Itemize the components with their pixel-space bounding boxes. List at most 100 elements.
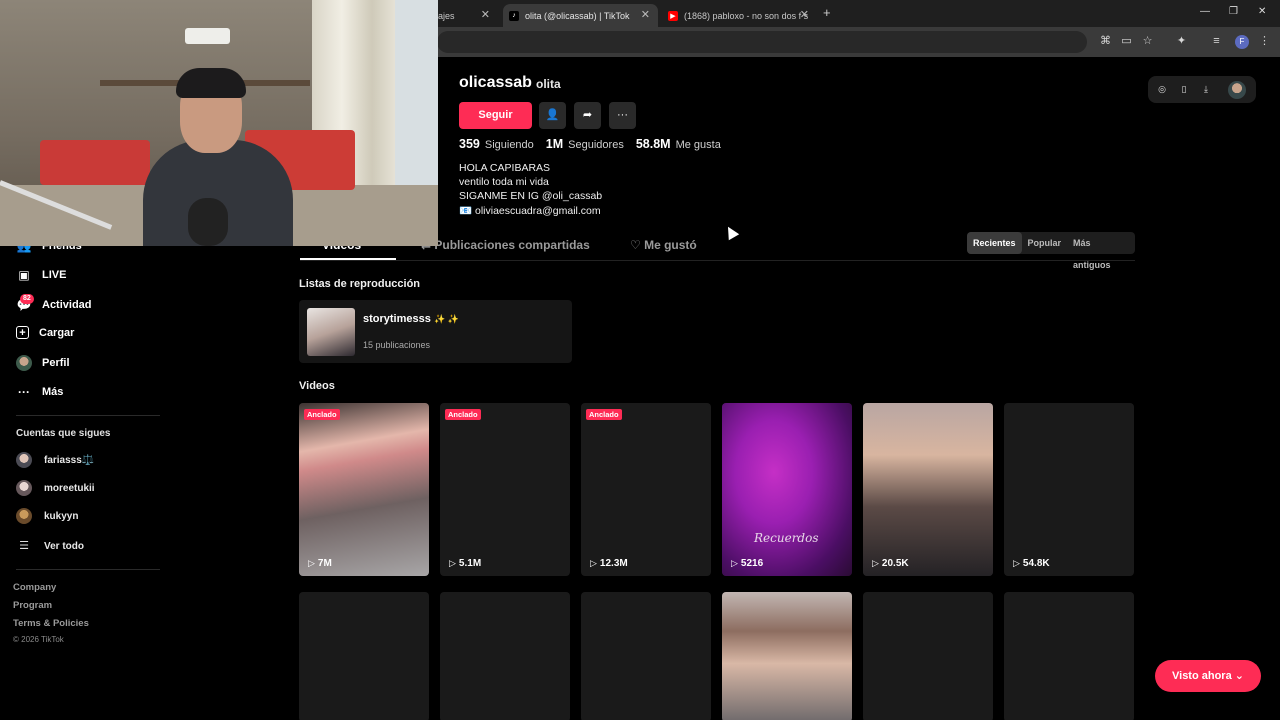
tab-title: (1868) pabloxo - no son dos f s <box>684 10 809 21</box>
tab-reposts[interactable]: ⇄ Publicaciones compartidas <box>421 238 590 252</box>
video-card[interactable] <box>299 592 429 720</box>
sidebar-item-live[interactable]: ▣ LIVE <box>16 267 66 283</box>
new-tab-icon[interactable]: + <box>823 5 831 20</box>
sidebar-item-profile[interactable]: Perfil <box>16 355 70 371</box>
play-icon: ▷ <box>590 558 597 568</box>
pinned-badge: Anclado <box>445 409 481 420</box>
bio-line: HOLA CAPIBARAS <box>459 162 551 174</box>
following-heading: Cuentas que sigues <box>16 428 111 439</box>
sidebar-item-upload[interactable]: + Cargar <box>16 326 74 339</box>
share-icon[interactable]: ➦ <box>574 102 601 129</box>
view-count: ▷ 12.3M <box>590 558 628 569</box>
media-controls-icon[interactable]: ≡ <box>1210 35 1223 48</box>
avatar <box>16 480 32 496</box>
following-account-name: fariasss⚖️ <box>44 454 95 466</box>
video-card[interactable]: Anclado ▷ 7M <box>299 403 429 576</box>
see-all-link[interactable]: ☰ Ver todo <box>16 538 84 554</box>
following-account[interactable]: kukyyn <box>16 508 78 524</box>
minimize-icon[interactable]: — <box>1200 6 1210 17</box>
tab-close-icon[interactable]: ✕ <box>481 8 490 21</box>
add-friend-icon[interactable]: 👤 <box>539 102 566 129</box>
following-account[interactable]: fariasss⚖️ <box>16 452 94 468</box>
browser-tab-tiktok[interactable]: ♪ olita (@olicassab) | TikTok ✕ <box>503 4 658 27</box>
tab-title: ajes <box>438 10 455 21</box>
close-window-icon[interactable]: ✕ <box>1258 6 1266 17</box>
play-icon: ▷ <box>308 558 315 568</box>
watched-now-button[interactable]: Visto ahora ⌄ <box>1155 660 1261 692</box>
following-label: Siguiendo <box>484 139 534 151</box>
view-count-text: 12.3M <box>599 558 628 569</box>
video-card[interactable]: Anclado ▷ 5.1M <box>440 403 570 576</box>
sidebar-divider <box>16 569 160 570</box>
browser-profile-icon[interactable]: F <box>1235 35 1249 49</box>
browser-tab-messages[interactable]: ajes ✕ <box>438 4 498 27</box>
footer-link-company[interactable]: Company <box>13 582 56 593</box>
sidebar-item-label: Actividad <box>42 299 92 311</box>
following-account[interactable]: moreetukii <box>16 480 95 496</box>
watched-now-label: Visto ahora <box>1172 670 1232 682</box>
follow-button[interactable]: Seguir <box>459 102 532 129</box>
restore-icon[interactable]: ❐ <box>1229 6 1238 17</box>
coins-icon[interactable]: ◎ <box>1156 83 1168 95</box>
see-all-label: Ver todo <box>44 540 85 552</box>
footer-link-terms[interactable]: Terms & Policies <box>13 618 89 629</box>
tab-liked[interactable]: ♡ Me gustó <box>630 238 697 252</box>
profile-username: olicassab <box>459 74 532 91</box>
video-card[interactable] <box>863 592 993 720</box>
upload-icon: + <box>16 326 29 339</box>
view-count-text: 5.1M <box>458 558 482 569</box>
playlist-card[interactable]: storytimesss ✨ ✨ 15 publicaciones <box>299 300 572 363</box>
sidebar-item-label: LIVE <box>42 269 67 281</box>
playlist-count: 15 publicaciones <box>363 340 431 350</box>
footer-link-program[interactable]: Program <box>13 600 52 611</box>
sort-recent[interactable]: Recientes <box>967 232 1022 254</box>
translate-icon[interactable]: ⌘ <box>1099 35 1112 48</box>
webcam-air-conditioner <box>185 28 230 44</box>
video-card[interactable]: ▷ 20.5K <box>863 403 993 576</box>
phone-icon[interactable]: ▯ <box>1178 83 1190 95</box>
video-card[interactable] <box>722 592 852 720</box>
webcam-bed-left <box>40 140 150 185</box>
tiktok-favicon-icon: ♪ <box>509 10 519 21</box>
sidebar-divider <box>16 415 160 416</box>
view-count-text: 54.8K <box>1022 558 1050 569</box>
video-card[interactable]: ▷ 54.8K <box>1004 403 1134 576</box>
view-count: ▷ 54.8K <box>1013 558 1050 569</box>
likes-count: 58.8M <box>635 137 671 151</box>
view-count: ▷ 5.1M <box>449 558 481 569</box>
view-count-text: 7M <box>317 558 332 569</box>
activity-badge: 82 <box>20 294 34 304</box>
video-card[interactable] <box>581 592 711 720</box>
following-count: 359 <box>459 137 480 151</box>
browser-tab-youtube[interactable]: ▶ (1868) pabloxo - no son dos f s ✕ <box>662 4 817 27</box>
playlist-thumbnail <box>307 308 355 356</box>
more-options-icon[interactable]: ··· <box>609 102 636 129</box>
video-card[interactable] <box>440 592 570 720</box>
video-card[interactable]: Recuerdos ▷ 5216 <box>722 403 852 576</box>
mouse-cursor-icon <box>722 223 740 241</box>
user-avatar[interactable] <box>1228 81 1246 99</box>
sort-popular[interactable]: Popular <box>1022 232 1068 254</box>
webcam-microphone <box>188 198 228 246</box>
followers-count[interactable]: 1M <box>546 137 563 151</box>
download-icon[interactable]: ⤓ <box>1200 83 1212 95</box>
webcam-overlay <box>0 0 438 246</box>
cast-icon[interactable]: ▭ <box>1120 35 1133 48</box>
profile-stats: 359 Siguiendo 1M Seguidores 58.8M Me gus… <box>459 137 733 151</box>
address-bar[interactable] <box>437 31 1087 53</box>
sidebar-item-label: Cargar <box>39 326 75 339</box>
play-icon: ▷ <box>731 558 738 568</box>
followers-label: Seguidores <box>568 139 624 151</box>
sort-oldest[interactable]: Más antiguos <box>1067 232 1135 270</box>
video-thumbnail <box>299 403 429 576</box>
extensions-icon[interactable]: ✦ <box>1175 35 1188 48</box>
tab-close-icon[interactable]: ✕ <box>641 8 650 21</box>
video-card[interactable]: Anclado ▷ 12.3M <box>581 403 711 576</box>
bookmark-star-icon[interactable]: ☆ <box>1141 35 1154 48</box>
sidebar-item-more[interactable]: ··· Más <box>16 384 63 400</box>
view-count: ▷ 7M <box>308 558 332 569</box>
sparkles-icon: ✨ ✨ <box>433 314 459 324</box>
browser-menu-icon[interactable]: ⋮ <box>1258 35 1271 48</box>
video-card[interactable] <box>1004 592 1134 720</box>
tab-close-icon[interactable]: ✕ <box>800 8 809 21</box>
